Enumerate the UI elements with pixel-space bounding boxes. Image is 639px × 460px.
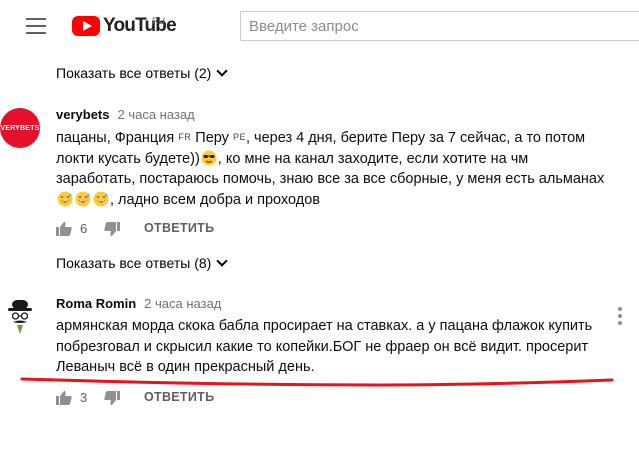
flag-pe: PE [232,132,246,142]
avatar-text: VERYBETS [0,124,40,132]
grinning-sweat-emoji-icon [75,191,91,206]
comment-line: , ладно всем добра и проходов [56,190,626,211]
search-input[interactable] [249,13,629,39]
avatar[interactable]: VERYBETS [0,108,40,148]
flag-fr: FR [178,132,192,142]
comment-actions: 6 ОТВЕТИТЬ [56,220,256,240]
show-replies-label: Показать все ответы (8) [56,255,212,271]
comment-time[interactable]: 2 часа назад [117,107,194,122]
thumbs-down-icon[interactable] [104,222,120,236]
comment-line: локти кусать будете)), ко мне на канал з… [56,150,529,167]
comment-author[interactable]: Roma Romin 2 часа назад [56,296,221,312]
like-count: 6 [80,221,88,236]
comment-author[interactable]: verybets 2 часа назад [56,107,195,123]
show-replies-label: Показать все ответы (2) [56,65,212,81]
logo-country-code: RU [152,16,165,26]
search-box[interactable] [240,11,639,41]
grinning-sweat-emoji-icon [93,191,109,206]
chevron-down-icon [216,255,228,267]
comment-line: заработать, постараюсь помочь, знаю все … [56,171,605,187]
comment-actions: 3 ОТВЕТИТЬ [56,389,256,409]
reply-button[interactable]: ОТВЕТИТЬ [144,221,214,235]
comment-text: армянская морда скока бабла просирает на… [56,316,626,378]
comment-line: побрезговал и скрысил какие то копейки.Б… [56,338,589,355]
comment-line: армянская морда скока бабла просирает на… [56,318,593,334]
show-replies-button[interactable]: Показать все ответы (2) [56,64,228,82]
author-name: verybets [56,107,110,122]
menu-icon[interactable] [26,18,46,34]
comment-line: пацаны, Франция FR Перу PE, через 4 дня,… [56,130,586,146]
author-name: Roma Romin [56,296,137,311]
thumbs-down-icon[interactable] [104,391,120,405]
comment-time[interactable]: 2 часа назад [144,296,221,311]
avatar[interactable] [0,296,40,336]
bowler-hat-avatar-icon [8,300,32,334]
thumbs-up-icon[interactable] [56,391,72,405]
reply-button[interactable]: ОТВЕТИТЬ [144,390,214,404]
show-replies-button[interactable]: Показать все ответы (8) [56,254,228,272]
comment-text: пацаны, Франция FR Перу PE, через 4 дня,… [56,127,626,210]
masthead: YouTube RU [0,0,639,54]
thumbs-up-icon[interactable] [56,222,72,236]
grinning-sweat-emoji-icon [57,191,73,206]
like-count: 3 [80,390,88,405]
chevron-down-icon [216,65,228,77]
youtube-logo-icon [72,16,100,36]
sunglasses-emoji-icon [201,150,217,165]
